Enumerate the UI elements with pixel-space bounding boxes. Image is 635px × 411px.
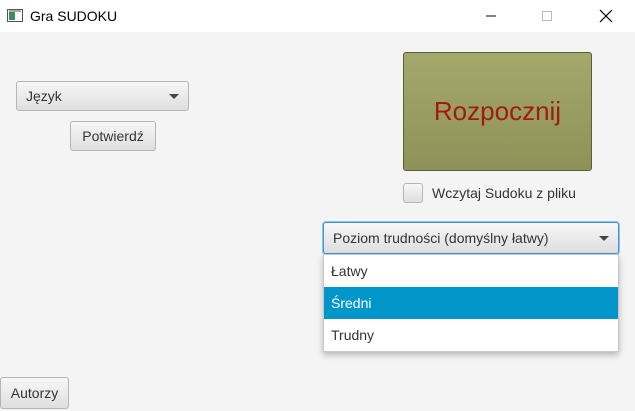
maximize-button[interactable] bbox=[524, 0, 570, 32]
checkbox-box[interactable] bbox=[403, 183, 423, 203]
window-title: Gra SUDOKU bbox=[30, 8, 118, 24]
app-icon bbox=[7, 9, 23, 22]
start-game-button[interactable]: Rozpocznij bbox=[403, 52, 592, 171]
authors-button[interactable]: Autorzy bbox=[0, 377, 69, 409]
load-from-file-checkbox[interactable]: Wczytaj Sudoku z pliku bbox=[403, 183, 576, 203]
minimize-icon bbox=[486, 15, 496, 17]
language-combo[interactable]: Język bbox=[16, 81, 189, 111]
confirm-language-button[interactable]: Potwierdź bbox=[70, 121, 156, 151]
load-from-file-label: Wczytaj Sudoku z pliku bbox=[432, 185, 576, 201]
app-window: Gra SUDOKU Język Potwierdź Rozpocznij Wc… bbox=[0, 0, 635, 411]
difficulty-combo-value: Poziom trudności (domyślny łatwy) bbox=[333, 230, 549, 246]
difficulty-option-medium[interactable]: Średni bbox=[324, 287, 618, 319]
maximize-icon bbox=[542, 11, 552, 21]
language-combo-value: Język bbox=[26, 88, 62, 104]
difficulty-option-hard[interactable]: Trudny bbox=[324, 319, 618, 351]
difficulty-combo[interactable]: Poziom trudności (domyślny łatwy) bbox=[323, 222, 619, 254]
minimize-button[interactable] bbox=[468, 0, 514, 32]
close-icon bbox=[599, 9, 613, 23]
chevron-down-icon bbox=[169, 94, 179, 99]
title-bar: Gra SUDOKU bbox=[0, 0, 635, 32]
chevron-down-icon bbox=[599, 236, 609, 241]
difficulty-option-easy[interactable]: Łatwy bbox=[324, 255, 618, 287]
difficulty-dropdown-list: Łatwy Średni Trudny bbox=[323, 254, 619, 352]
close-button[interactable] bbox=[583, 0, 629, 32]
